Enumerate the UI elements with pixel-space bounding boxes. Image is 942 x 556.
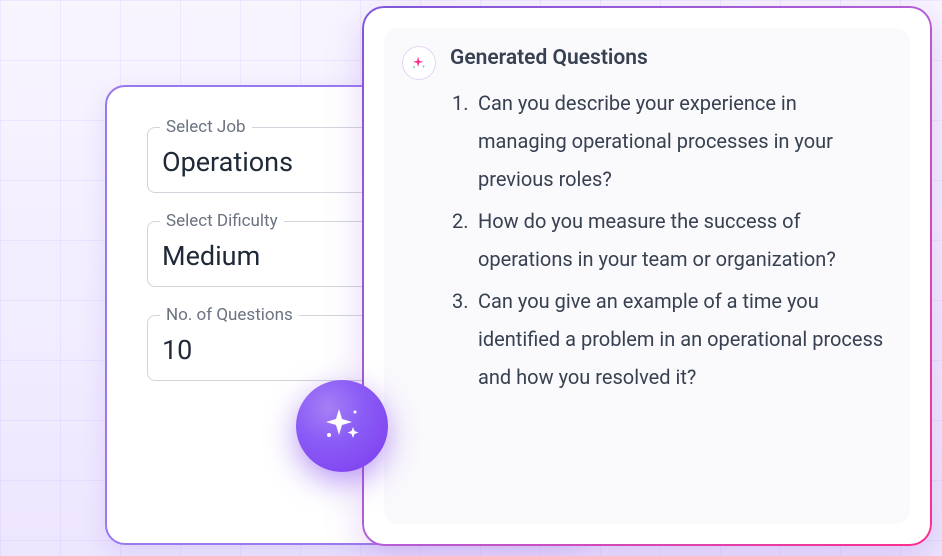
generate-button[interactable] — [296, 380, 388, 472]
question-item: Can you give an example of a time you id… — [472, 282, 886, 396]
job-label: Select Job — [160, 117, 252, 137]
output-title: Generated Questions — [450, 46, 886, 70]
question-item: Can you describe your experience in mana… — [472, 84, 886, 198]
sparkle-icon-small — [402, 46, 436, 80]
question-item: How do you measure the success of operat… — [472, 202, 886, 278]
count-label: No. of Questions — [160, 305, 299, 325]
sparkle-icon — [317, 399, 367, 453]
output-inner: Generated Questions Can you describe you… — [384, 28, 910, 524]
questions-list: Can you describe your experience in mana… — [450, 84, 886, 396]
output-card: Generated Questions Can you describe you… — [362, 6, 932, 546]
difficulty-label: Select Dificulty — [160, 211, 284, 231]
